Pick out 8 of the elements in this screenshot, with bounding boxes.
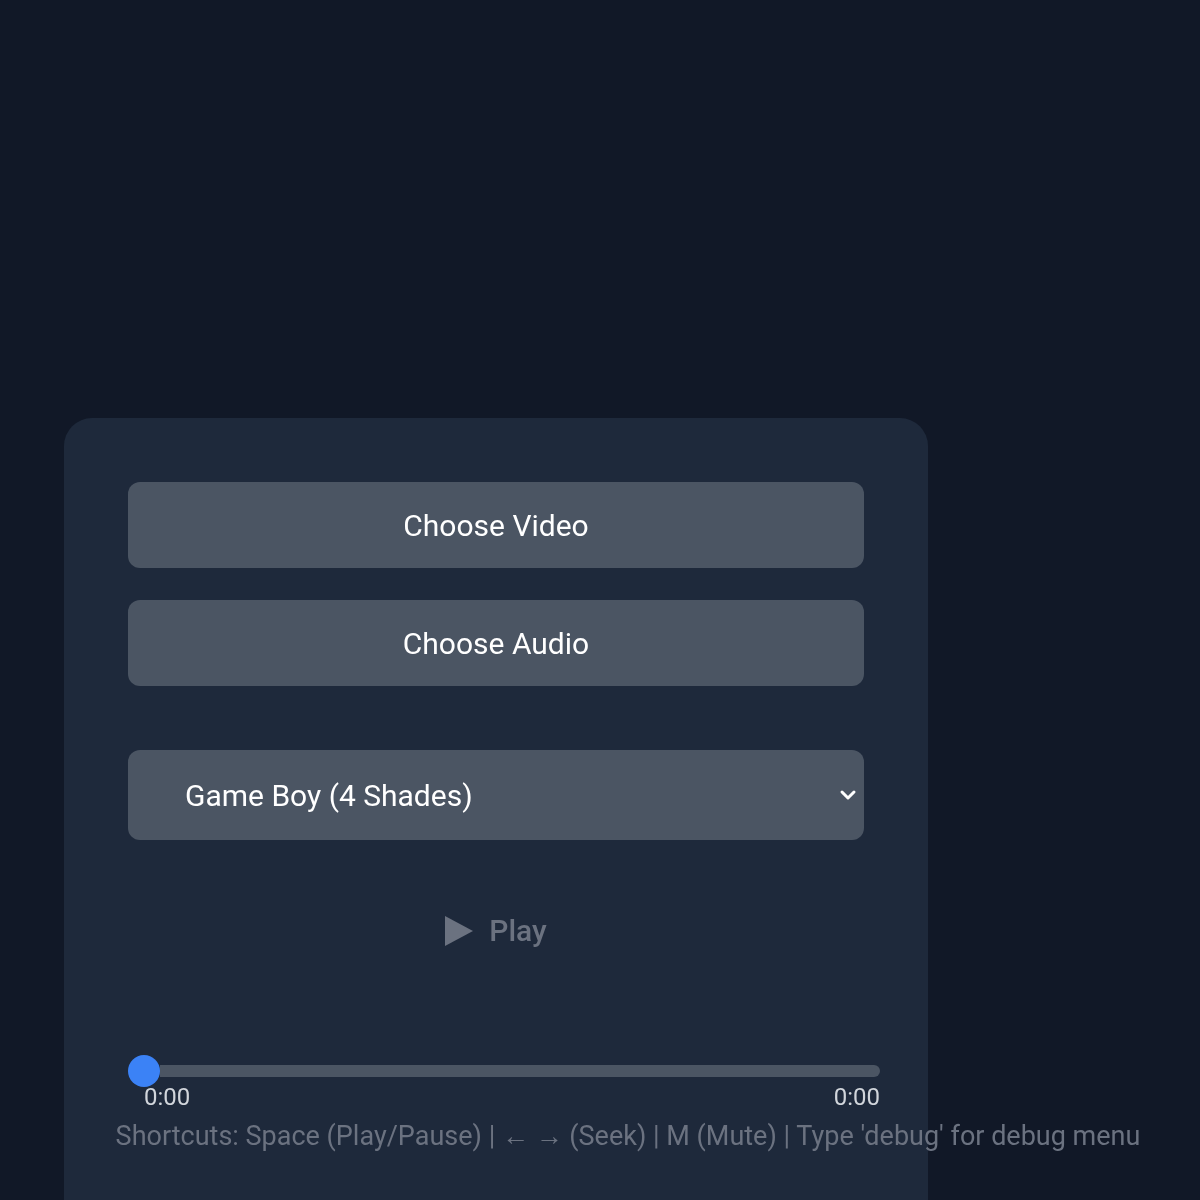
play-icon	[445, 915, 474, 946]
time-label: 0:00	[144, 1085, 191, 1109]
choose-file-button[interactable]: Choose Audio	[128, 600, 864, 686]
palette-select[interactable]: Game Boy (4 Shades)	[128, 750, 864, 840]
seek-thumb[interactable]	[128, 1055, 160, 1087]
time-label: 0:00	[833, 1085, 880, 1109]
shortcuts-hint: Shortcuts: Space (Play/Pause) | ← → (Seek) | M (Mute) | Type 'debug' for debug menu	[115, 1119, 1141, 1154]
choose-file-button[interactable]: Choose Video	[128, 482, 864, 568]
